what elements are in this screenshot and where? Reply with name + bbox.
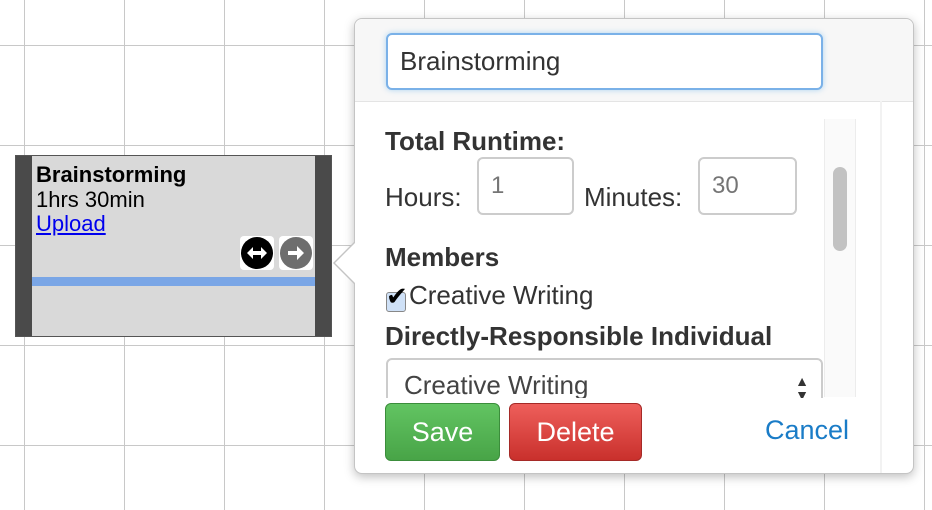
dri-selected-value: Creative Writing [404, 370, 589, 398]
dri-select[interactable]: Creative Writing ▲ ▼ [386, 358, 823, 398]
task-resize-handle-left[interactable] [16, 156, 32, 336]
popover-content: Total Runtime: Hours: Minutes: Members ✔… [355, 102, 823, 398]
arrow-right-circle-icon[interactable] [280, 237, 312, 269]
member-label: Creative Writing [409, 280, 594, 310]
save-button[interactable]: Save [385, 403, 500, 461]
task-edit-popover: Total Runtime: Hours: Minutes: Members ✔… [333, 18, 914, 474]
popover-divider [880, 101, 882, 473]
scrollbar-thumb[interactable] [833, 167, 847, 251]
link-circle-icon[interactable] [241, 237, 273, 269]
member-checkbox[interactable]: ✔ [386, 283, 408, 312]
runtime-heading: Total Runtime: [385, 126, 566, 156]
task-name-input[interactable] [386, 33, 823, 90]
task-block[interactable]: Brainstorming 1hrs 30min Upload [15, 155, 332, 337]
checkmark-icon: ✔ [386, 281, 408, 311]
task-duration: 1hrs 30min [36, 187, 145, 212]
task-title: Brainstorming [36, 162, 187, 187]
upload-link[interactable]: Upload [36, 212, 106, 236]
popover-header [355, 19, 913, 102]
hours-input[interactable] [477, 157, 574, 215]
hours-label: Hours: [385, 182, 462, 212]
delete-button[interactable]: Delete [509, 403, 642, 461]
minutes-input[interactable] [698, 157, 797, 215]
task-resize-handle-right[interactable] [315, 156, 331, 336]
cancel-link[interactable]: Cancel [765, 415, 849, 446]
minutes-label: Minutes: [584, 182, 683, 212]
members-heading: Members [385, 242, 500, 272]
popover-arrow-fill [335, 243, 355, 283]
select-arrows-icon: ▲ ▼ [795, 373, 809, 398]
task-progress-bar [32, 277, 315, 286]
scrollbar-track[interactable] [824, 119, 856, 397]
dri-heading: Directly-Responsible Individual [385, 321, 773, 351]
